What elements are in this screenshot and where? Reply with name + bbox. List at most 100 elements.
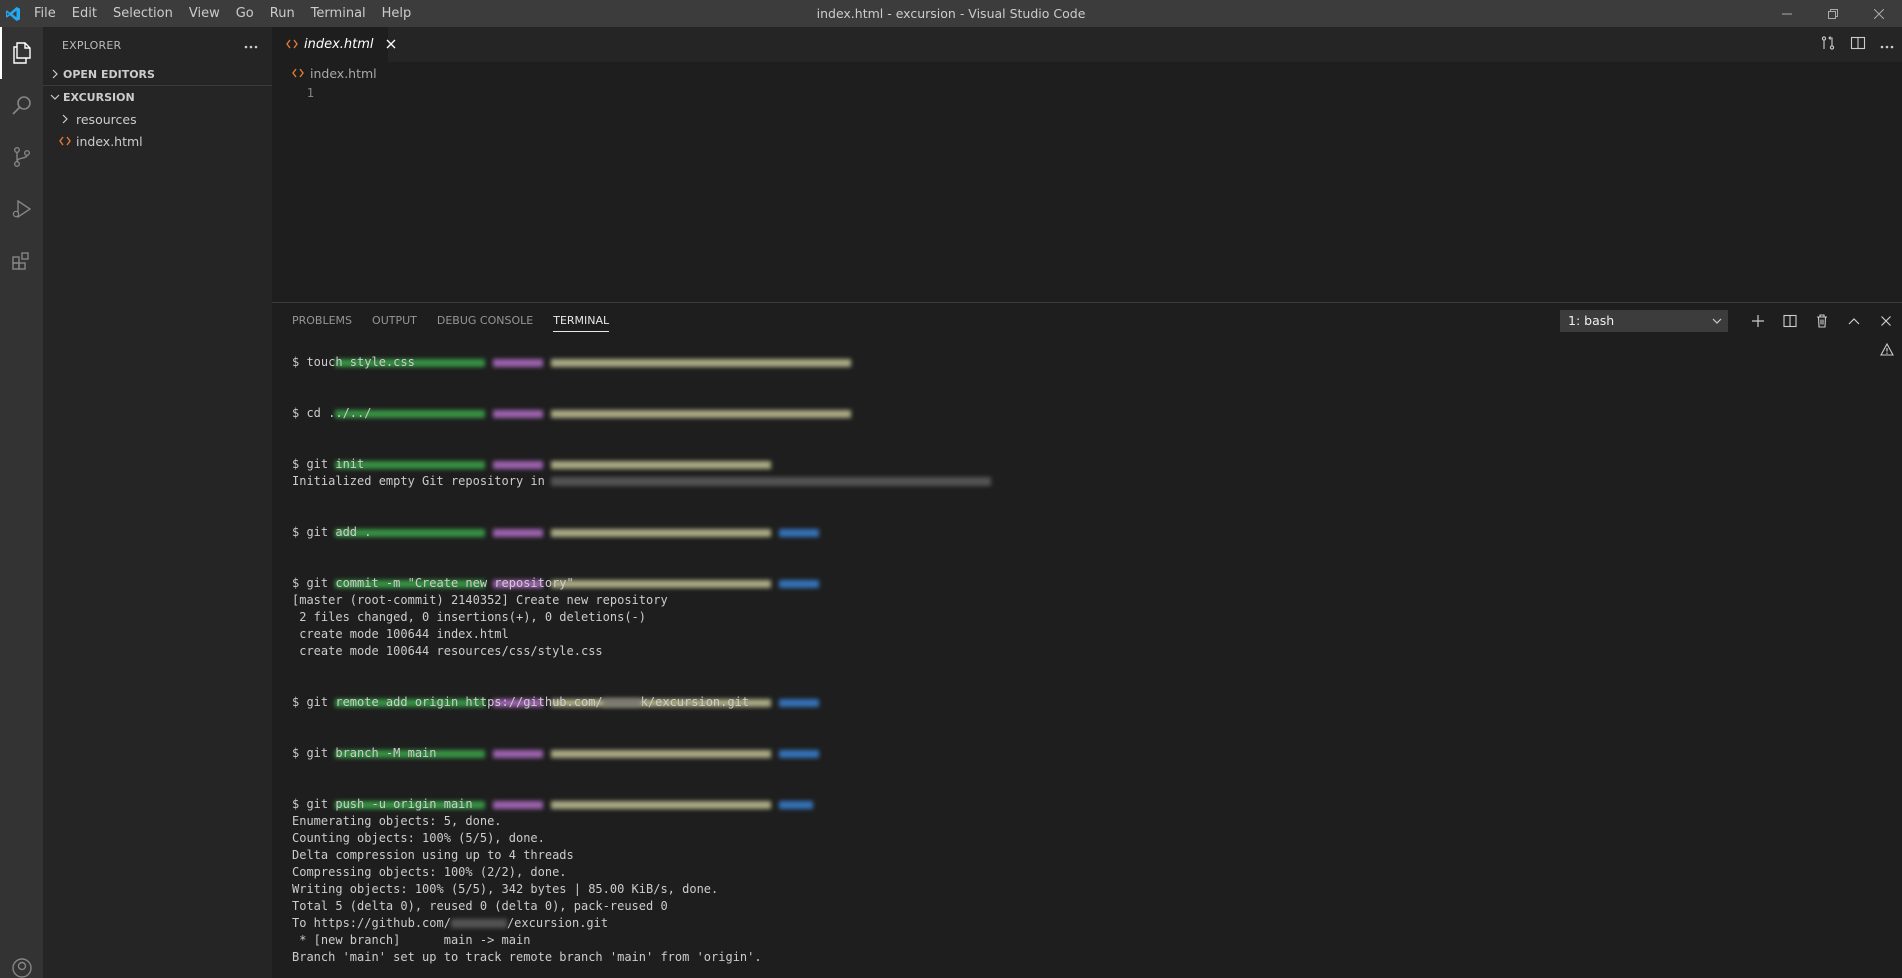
chevron-down-icon [47,93,63,101]
terminal-select-value: 1: bash [1568,313,1615,328]
prompt-line-blurred [292,677,1852,707]
panel-actions: 1: bash [1560,303,1902,338]
sidebar-title: EXPLORER [62,38,122,52]
menu-edit[interactable]: Edit [64,0,105,27]
terminal-blank [292,762,1852,779]
close-window-button[interactable] [1856,0,1902,27]
more-actions-button[interactable] [244,38,258,52]
tree-item-label: index.html [76,133,143,149]
split-terminal-button[interactable] [1774,303,1806,338]
activity-source-control[interactable] [0,131,43,183]
activity-run-debug[interactable] [0,183,43,235]
activity-extensions[interactable] [0,235,43,287]
prompt-line-blurred [292,558,1852,588]
menu-go[interactable]: Go [228,0,262,27]
redacted-path [550,477,991,486]
tab-label: index.html [304,37,374,52]
terminal-line: Total 5 (delta 0), reused 0 (delta 0), p… [292,899,668,913]
open-editors-label: OPEN EDITORS [63,67,155,81]
breadcrumb-item[interactable]: index.html [310,66,377,81]
tab-terminal[interactable]: TERMINAL [553,303,609,338]
menu-bar: File Edit Selection View Go Run Terminal… [26,0,419,27]
terminal-line: Writing objects: 100% (5/5), 342 bytes |… [292,882,719,896]
tab-index-html[interactable]: index.html [272,27,396,62]
terminal-line: /excursion.git [506,916,609,930]
terminal-blank [292,371,1852,388]
restore-button[interactable] [1810,0,1856,27]
menu-help[interactable]: Help [374,0,420,27]
restore-icon [1828,8,1838,19]
tab-close-button[interactable] [386,38,396,52]
split-icon [1783,314,1797,327]
plus-icon [1752,314,1764,327]
tree-item-label: resources [76,111,137,127]
terminal-line: $ git add . [292,525,372,539]
terminal-line: 2 files changed, 0 insertions(+), 0 dele… [292,610,647,624]
terminal-line: $ git commit -m "Create new repository" [292,576,574,590]
tree-item-resources[interactable]: resources [43,108,272,130]
tab-output[interactable]: OUTPUT [372,303,417,338]
maximize-panel-button[interactable] [1838,303,1870,338]
terminal-line: $ touch style.css [292,355,415,369]
minimize-button[interactable] [1764,0,1810,27]
activity-bar [0,27,43,978]
menu-run[interactable]: Run [262,0,303,27]
tree-item-index-html[interactable]: index.html [43,130,272,152]
menu-terminal[interactable]: Terminal [303,0,374,27]
terminal-line: * [new branch] main -> main [292,933,531,947]
workspace-section[interactable]: EXCURSION [43,86,272,108]
html-file-icon [286,38,298,52]
terminal-line: Initialized empty Git repository in [292,474,545,488]
terminal-blank [292,422,1852,439]
trash-icon [1817,313,1827,328]
terminal-select[interactable]: 1: bash [1560,309,1728,332]
menu-view[interactable]: View [181,0,228,27]
search-icon [11,96,31,115]
close-icon [386,39,396,48]
split-editor-button[interactable] [1850,35,1866,54]
close-panel-button[interactable] [1870,303,1902,338]
terminal-line: create mode 100644 index.html [292,627,509,641]
open-editors-section[interactable]: OPEN EDITORS [43,63,272,85]
terminal-line: $ git remote add origin https://github.c… [292,695,603,709]
tab-debug-console[interactable]: DEBUG CONSOLE [437,303,533,338]
explorer-sidebar: EXPLORER OPEN EDITORS EXCURSION resource… [43,27,272,978]
editor-area: index.html index.html 1 [272,27,1902,302]
redacted-username [602,698,641,707]
title-bar: File Edit Selection View Go Run Terminal… [0,0,1902,27]
terminal-output[interactable]: $ touch style.css $ cd ../../ $ git init… [292,337,1852,966]
tab-problems[interactable]: PROBLEMS [292,303,352,338]
kill-terminal-button[interactable] [1806,303,1838,338]
new-terminal-button[interactable] [1742,303,1774,338]
ellipsis-icon [244,45,258,49]
editor-tabs: index.html [272,27,1902,62]
warning-icon[interactable] [1880,342,1894,359]
close-icon [1874,8,1884,19]
terminal-line: Compressing objects: 100% (2/2), done. [292,865,567,879]
git-compare-icon [1821,36,1835,50]
source-control-icon [13,147,30,168]
prompt-line-blurred [292,388,1852,418]
terminal-line: Enumerating objects: 5, done. [292,814,502,828]
terminal-line: Delta compression using up to 4 threads [292,848,574,862]
ellipsis-icon [1880,45,1894,48]
terminal-line: $ git branch -M main [292,746,437,760]
line-number: 1 [306,86,314,100]
terminal-line: k/excursion.git [640,695,750,709]
editor-more-button[interactable] [1880,38,1894,52]
html-file-icon [292,66,304,81]
menu-file[interactable]: File [26,0,64,27]
activity-explorer[interactable] [0,27,43,79]
open-changes-button[interactable] [1820,35,1836,54]
activity-accounts[interactable] [0,956,43,978]
editor-line[interactable]: 1 [272,84,1902,103]
terminal-blank [292,711,1852,728]
account-icon [11,958,32,978]
activity-search[interactable] [0,79,43,131]
run-debug-icon [12,199,31,219]
terminal-line: [master (root-commit) 2140352] Create ne… [292,593,668,607]
terminal-line: create mode 100644 resources/css/style.c… [292,644,603,658]
chevron-down-icon [1712,318,1722,324]
terminal-line: Branch 'main' set up to track remote bra… [292,950,762,964]
menu-selection[interactable]: Selection [105,0,181,27]
